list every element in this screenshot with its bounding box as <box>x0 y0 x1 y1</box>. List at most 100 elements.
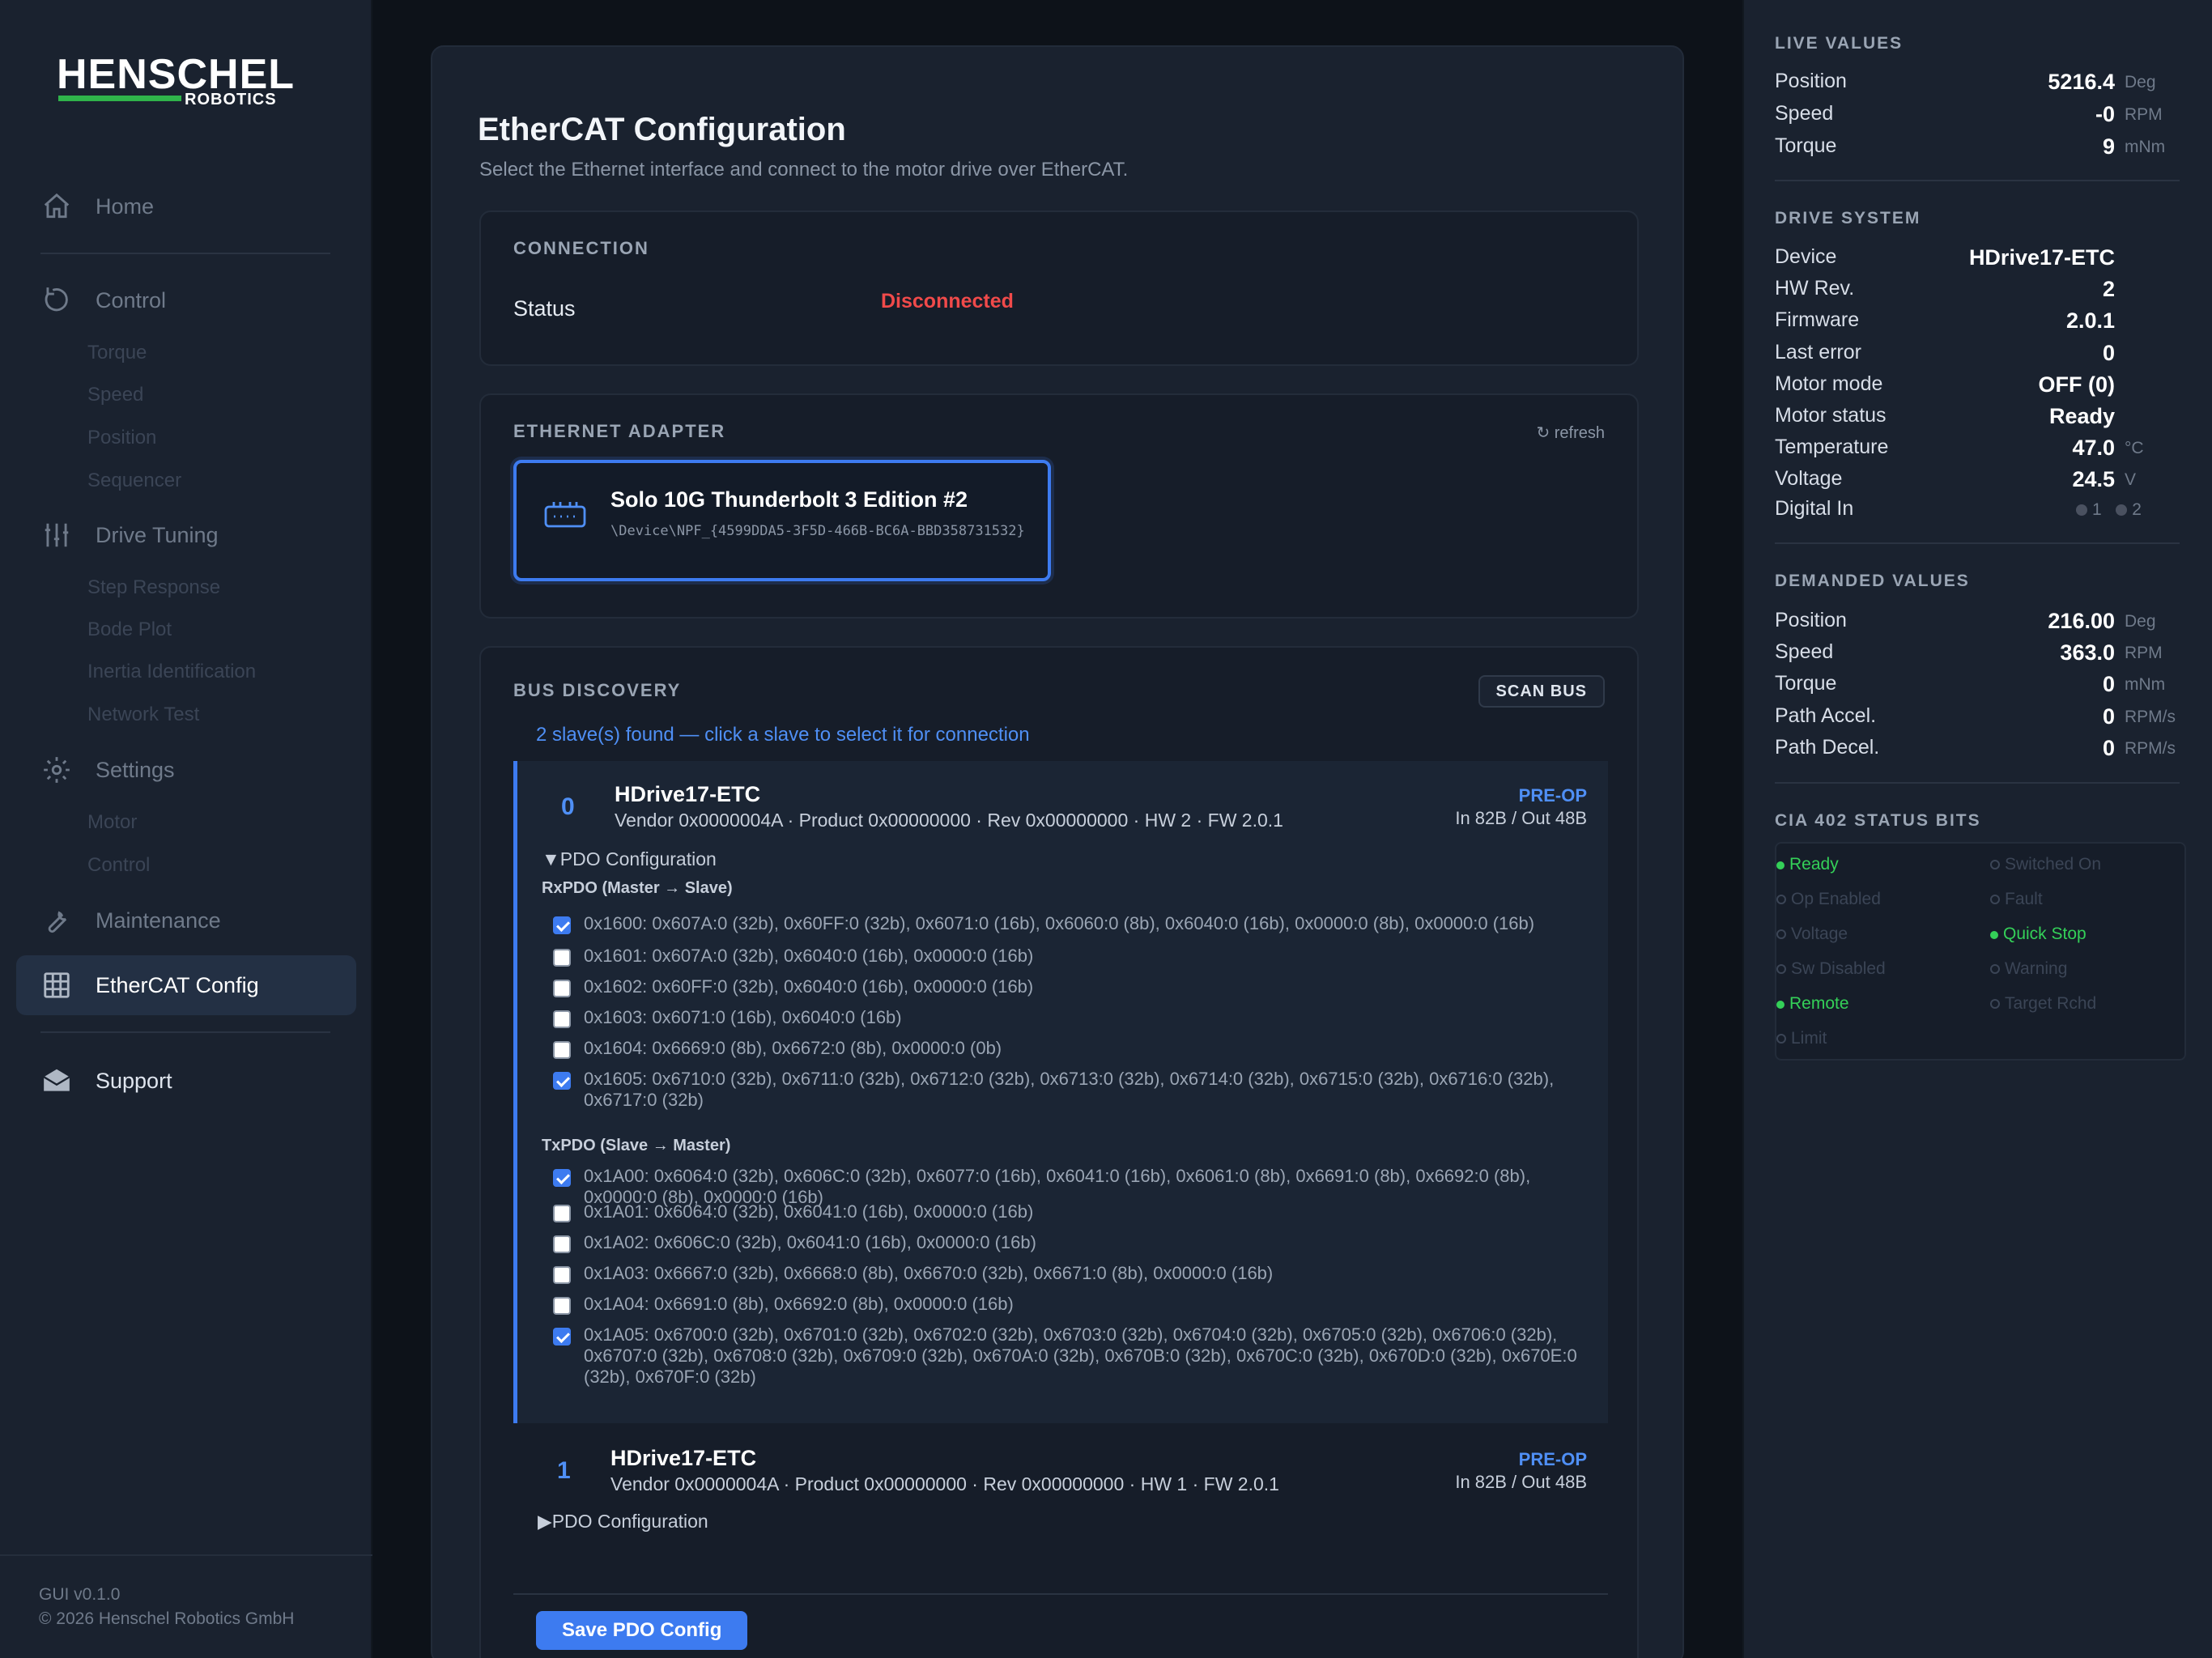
ethernet-adapter-header: ETHERNET ADAPTER <box>513 421 726 441</box>
status-led <box>1776 861 1784 869</box>
pdo-checkbox[interactable] <box>553 1235 571 1253</box>
value-number: 0 <box>2102 704 2115 729</box>
value-label: Motor status <box>1775 404 1887 427</box>
bus-discovery-card: BUS DISCOVERY SCAN BUS 2 slave(s) found … <box>479 646 1639 1658</box>
slave-row[interactable]: 0 HDrive17-ETC Vendor 0x0000004A · Produ… <box>513 761 1608 1423</box>
value-number: 24.5 <box>2072 467 2115 492</box>
value-label: Voltage <box>1775 467 1843 491</box>
save-pdo-config-button[interactable]: Save PDO Config <box>536 1611 748 1650</box>
page-title: EtherCAT Configuration <box>478 112 846 147</box>
nav-torque[interactable]: Torque <box>87 342 147 364</box>
drive-system-header: DRIVE SYSTEM <box>1775 209 1921 227</box>
nav-support[interactable]: Support <box>16 1051 356 1111</box>
nav-drive-tuning[interactable]: Drive Tuning <box>16 505 356 565</box>
nav-ethercat-config[interactable]: EtherCAT Config <box>16 955 356 1015</box>
status-label: Status <box>513 296 576 321</box>
value-label: Position <box>1775 609 1847 631</box>
nav-speed[interactable]: Speed <box>87 384 143 406</box>
pdo-checkbox[interactable] <box>553 1328 571 1346</box>
txpdo-header: TxPDO (Slave → Master) <box>542 1137 731 1154</box>
logo-underline <box>58 96 181 101</box>
status-bit-label: Sw Disabled <box>1791 959 1886 978</box>
value-number: 47.0 <box>2072 436 2115 461</box>
value-number: Ready <box>2048 404 2115 428</box>
status-bit-label: Voltage <box>1791 925 1848 943</box>
pdo-checkbox[interactable] <box>553 1266 571 1284</box>
slave-io-size: In 82B / Out 48B <box>1455 1472 1587 1492</box>
value-label: Torque <box>1775 134 1837 157</box>
nav-divider <box>40 253 330 254</box>
slave-index: 0 <box>561 793 575 820</box>
value-number: HDrive17-ETC <box>1968 245 2115 270</box>
status-bit: Op Enabled <box>1776 890 1881 909</box>
nav-control[interactable]: Control <box>16 270 356 330</box>
value-label: Position <box>1775 70 1847 92</box>
value-unit: RPM <box>2125 105 2163 124</box>
nav-inertia-identification[interactable]: Inertia Identification <box>87 661 256 683</box>
pdo-checkbox[interactable] <box>553 1072 571 1090</box>
slave-name: HDrive17-ETC <box>615 782 761 806</box>
nav-maintenance[interactable]: Maintenance <box>16 891 356 950</box>
nav-step-response[interactable]: Step Response <box>87 576 220 599</box>
nav-bode-plot[interactable]: Bode Plot <box>87 619 172 641</box>
status-led <box>1776 895 1786 904</box>
ethernet-adapter-card: ETHERNET ADAPTER ↻ refresh Solo 10G Thun… <box>479 393 1639 619</box>
value-label: Speed <box>1775 102 1834 125</box>
value-label: Torque <box>1775 672 1837 695</box>
pdo-checkbox[interactable] <box>553 1297 571 1315</box>
status-led <box>1990 999 2000 1009</box>
digital-in-row: Digital In 1 2 <box>1775 497 2180 526</box>
txpdo-text: 0x1A01: 0x6064:0 (32b), 0x6041:0 (16b), … <box>584 1201 1034 1222</box>
pdo-config-toggle[interactable]: ▼PDO Configuration <box>542 848 717 870</box>
value-number: 0 <box>2102 340 2115 365</box>
status-led <box>1990 964 2000 974</box>
digital-in-1: 1 <box>2092 500 2102 519</box>
save-divider <box>513 1593 1608 1595</box>
slave-io-size: In 82B / Out 48B <box>1455 808 1587 828</box>
value-unit: RPM/s <box>2125 738 2176 758</box>
slave-state: PRE-OP <box>1518 1449 1587 1469</box>
value-label: Path Decel. <box>1775 735 1880 759</box>
envelope-icon <box>40 1065 73 1097</box>
cia402-status-bits: Ready Switched On Op Enabled Fault Voltage Qu… <box>1775 842 2186 1061</box>
company-logo[interactable]: HENSCHEL ROBOTICS <box>57 53 295 108</box>
pdo-checkbox[interactable] <box>553 1041 571 1059</box>
copyright: © 2026 Henschel Robotics GmbH <box>39 1609 295 1628</box>
pdo-checkbox[interactable] <box>553 1169 571 1187</box>
value-row: Temperature 47.0 °C <box>1775 436 2180 465</box>
pdo-checkbox[interactable] <box>553 980 571 997</box>
rxpdo-text: 0x1601: 0x607A:0 (32b), 0x6040:0 (16b), … <box>584 946 1034 966</box>
nav-motor[interactable]: Motor <box>87 811 137 834</box>
pdo-checkbox[interactable] <box>553 916 571 934</box>
value-row: Torque 0 mNm <box>1775 672 2180 701</box>
status-bit: Quick Stop <box>1990 925 2087 944</box>
live-values-header: LIVE VALUES <box>1775 34 1904 53</box>
pdo-checkbox[interactable] <box>553 1010 571 1028</box>
nav-home[interactable]: Home <box>16 176 356 236</box>
pdo-checkbox[interactable] <box>553 949 571 967</box>
slave-row[interactable]: 1 HDrive17-ETC Vendor 0x0000004A · Produ… <box>513 1425 1608 1554</box>
pdo-config-toggle[interactable]: ▶PDO Configuration <box>538 1511 708 1533</box>
value-row: HW Rev. 2 <box>1775 277 2180 306</box>
status-bit: Target Rchd <box>1990 994 2096 1014</box>
nav-sequencer[interactable]: Sequencer <box>87 470 181 492</box>
page-subtitle: Select the Ethernet interface and connec… <box>479 159 1129 181</box>
nav-support-label: Support <box>96 1068 172 1093</box>
value-number: 5216.4 <box>2048 70 2115 94</box>
nav-position[interactable]: Position <box>87 427 156 449</box>
refresh-button[interactable]: ↻ refresh <box>1536 423 1605 443</box>
slaves-found-message: 2 slave(s) found — click a slave to sele… <box>536 724 1030 746</box>
connection-header: CONNECTION <box>513 238 649 258</box>
nav-control-label: Control <box>96 287 167 312</box>
scan-bus-button[interactable]: SCAN BUS <box>1478 675 1605 708</box>
nav-network-test[interactable]: Network Test <box>87 704 199 726</box>
gui-version: GUI v0.1.0 <box>39 1585 121 1604</box>
nav-settings-control[interactable]: Control <box>87 854 150 877</box>
value-row: Speed 363.0 RPM <box>1775 640 2180 670</box>
pdo-checkbox[interactable] <box>553 1205 571 1222</box>
nav-settings[interactable]: Settings <box>16 740 356 800</box>
value-row: Position 216.00 Deg <box>1775 609 2180 638</box>
adapter-option[interactable]: Solo 10G Thunderbolt 3 Edition #2 \Devic… <box>513 460 1051 581</box>
value-label: Temperature <box>1775 436 1889 459</box>
rxpdo-text: 0x1603: 0x6071:0 (16b), 0x6040:0 (16b) <box>584 1007 902 1027</box>
